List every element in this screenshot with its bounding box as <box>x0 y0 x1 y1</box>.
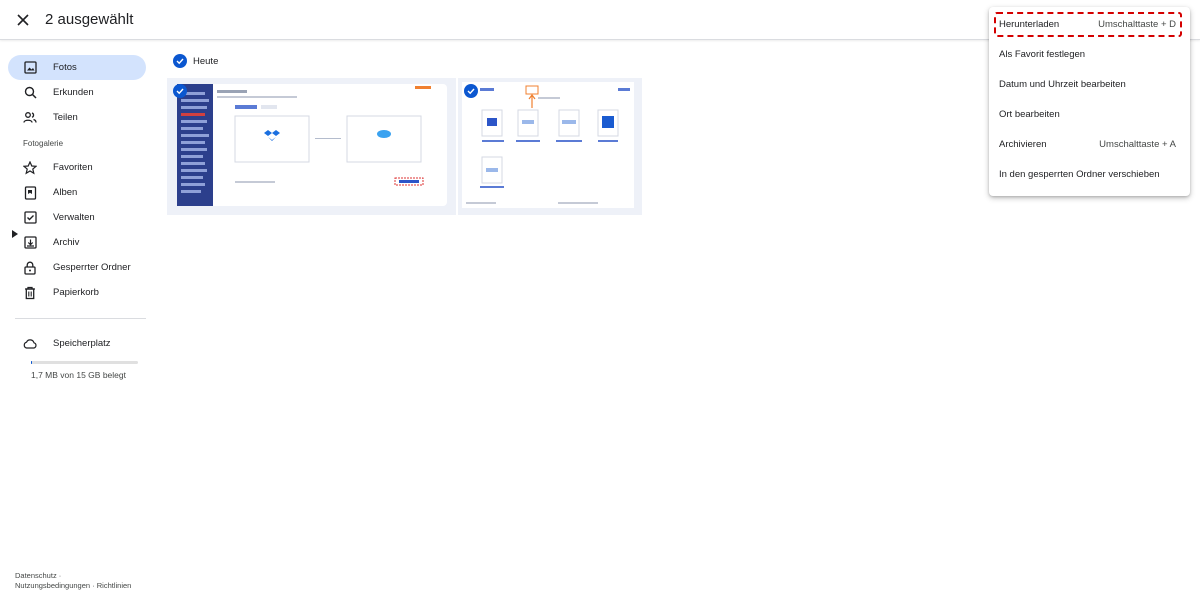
footer-links: Datenschutz · Nutzungsbedingungen · Rich… <box>15 571 131 591</box>
menu-item-label: Als Favorit festlegen <box>999 48 1086 60</box>
terms-link[interactable]: Nutzungsbedingungen <box>15 581 90 590</box>
photo-selected-checkbox[interactable] <box>173 84 187 98</box>
search-icon <box>23 86 37 100</box>
footer-separator: · <box>58 571 62 580</box>
sidebar-item-label: Archiv <box>53 237 80 248</box>
photo-thumbnail[interactable] <box>167 78 456 215</box>
date-group-label: Heute <box>193 55 219 67</box>
sidebar-item-verwalten[interactable]: Verwalten <box>8 205 146 230</box>
menu-item-label: In den gesperrten Ordner verschieben <box>999 168 1160 180</box>
sidebar-item-label: Alben <box>53 187 78 198</box>
photo-thumbnail[interactable] <box>458 78 642 215</box>
storage-usage-bar <box>31 361 138 364</box>
sidebar-item-label: Fotos <box>53 62 77 73</box>
sidebar: Fotos Erkunden Teilen Fotogalerie Favori… <box>0 40 160 606</box>
photo-selected-checkbox[interactable] <box>464 84 478 98</box>
storage-usage-fill <box>31 361 33 364</box>
sidebar-item-archiv[interactable]: Archiv <box>8 230 146 255</box>
sidebar-item-fotos[interactable]: Fotos <box>8 55 146 80</box>
photo-icon <box>23 61 37 75</box>
menu-item-herunterladen[interactable]: Herunterladen Umschalttaste + D <box>989 9 1190 39</box>
people-icon <box>23 111 37 125</box>
cloud-icon <box>23 337 37 351</box>
sidebar-item-alben[interactable]: Alben <box>8 180 146 205</box>
menu-item-label: Datum und Uhrzeit bearbeiten <box>999 78 1126 90</box>
select-all-checkbox[interactable] <box>173 54 187 68</box>
lock-icon <box>23 261 37 275</box>
menu-item-label: Herunterladen <box>999 18 1060 30</box>
check-icon <box>176 58 184 65</box>
menu-item-archivieren[interactable]: Archivieren Umschalttaste + A <box>989 129 1190 159</box>
more-options-menu: Herunterladen Umschalttaste + D Als Favo… <box>989 7 1190 196</box>
archive-icon <box>23 236 37 250</box>
sidebar-item-gesperrter-ordner[interactable]: Gesperrter Ordner <box>8 255 146 280</box>
menu-item-ort-bearbeiten[interactable]: Ort bearbeiten <box>989 99 1190 129</box>
close-icon <box>17 14 29 26</box>
menu-item-label: Archivieren <box>999 138 1047 150</box>
checklist-icon <box>23 211 37 225</box>
check-icon <box>467 88 475 95</box>
sidebar-item-speicherplatz[interactable]: Speicherplatz <box>8 331 146 356</box>
trash-icon <box>23 286 37 300</box>
sidebar-item-label: Favoriten <box>53 162 93 173</box>
library-section-label: Fotogalerie <box>23 139 64 148</box>
sidebar-item-label: Erkunden <box>53 87 94 98</box>
menu-item-datum-und-uhrzeit-bearbeiten[interactable]: Datum und Uhrzeit bearbeiten <box>989 69 1190 99</box>
sidebar-item-label: Verwalten <box>53 212 95 223</box>
sidebar-item-erkunden[interactable]: Erkunden <box>8 80 146 105</box>
sidebar-item-label: Gesperrter Ordner <box>53 262 131 273</box>
menu-item-shortcut: Umschalttaste + D <box>1098 18 1176 30</box>
sidebar-item-favoriten[interactable]: Favoriten <box>8 155 146 180</box>
menu-item-als-favorit-festlegen[interactable]: Als Favorit festlegen <box>989 39 1190 69</box>
sidebar-item-papierkorb[interactable]: Papierkorb <box>8 280 146 305</box>
sidebar-item-label: Teilen <box>53 112 78 123</box>
date-group-header: Heute <box>173 54 218 68</box>
footer-separator: · <box>92 581 95 590</box>
sidebar-item-label: Papierkorb <box>53 287 99 298</box>
sidebar-item-teilen[interactable]: Teilen <box>8 105 146 130</box>
storage-usage-text: 1,7 MB von 15 GB belegt <box>31 370 126 380</box>
menu-item-in-den-gesperrten-ordner-verschieben[interactable]: In den gesperrten Ordner verschieben <box>989 159 1190 189</box>
privacy-link[interactable]: Datenschutz <box>15 571 57 580</box>
photo-content <box>167 78 456 215</box>
guidelines-link[interactable]: Richtlinien <box>97 581 132 590</box>
album-icon <box>23 185 37 200</box>
check-icon <box>176 88 184 95</box>
star-icon <box>23 160 37 175</box>
menu-item-label: Ort bearbeiten <box>999 108 1060 120</box>
photo-content <box>458 78 642 215</box>
sidebar-item-label: Speicherplatz <box>53 338 111 349</box>
sidebar-divider <box>15 318 146 319</box>
menu-item-shortcut: Umschalttaste + A <box>1099 138 1176 150</box>
close-selection-button[interactable] <box>12 9 34 31</box>
selected-count-label: 2 ausgewählt <box>45 11 134 28</box>
